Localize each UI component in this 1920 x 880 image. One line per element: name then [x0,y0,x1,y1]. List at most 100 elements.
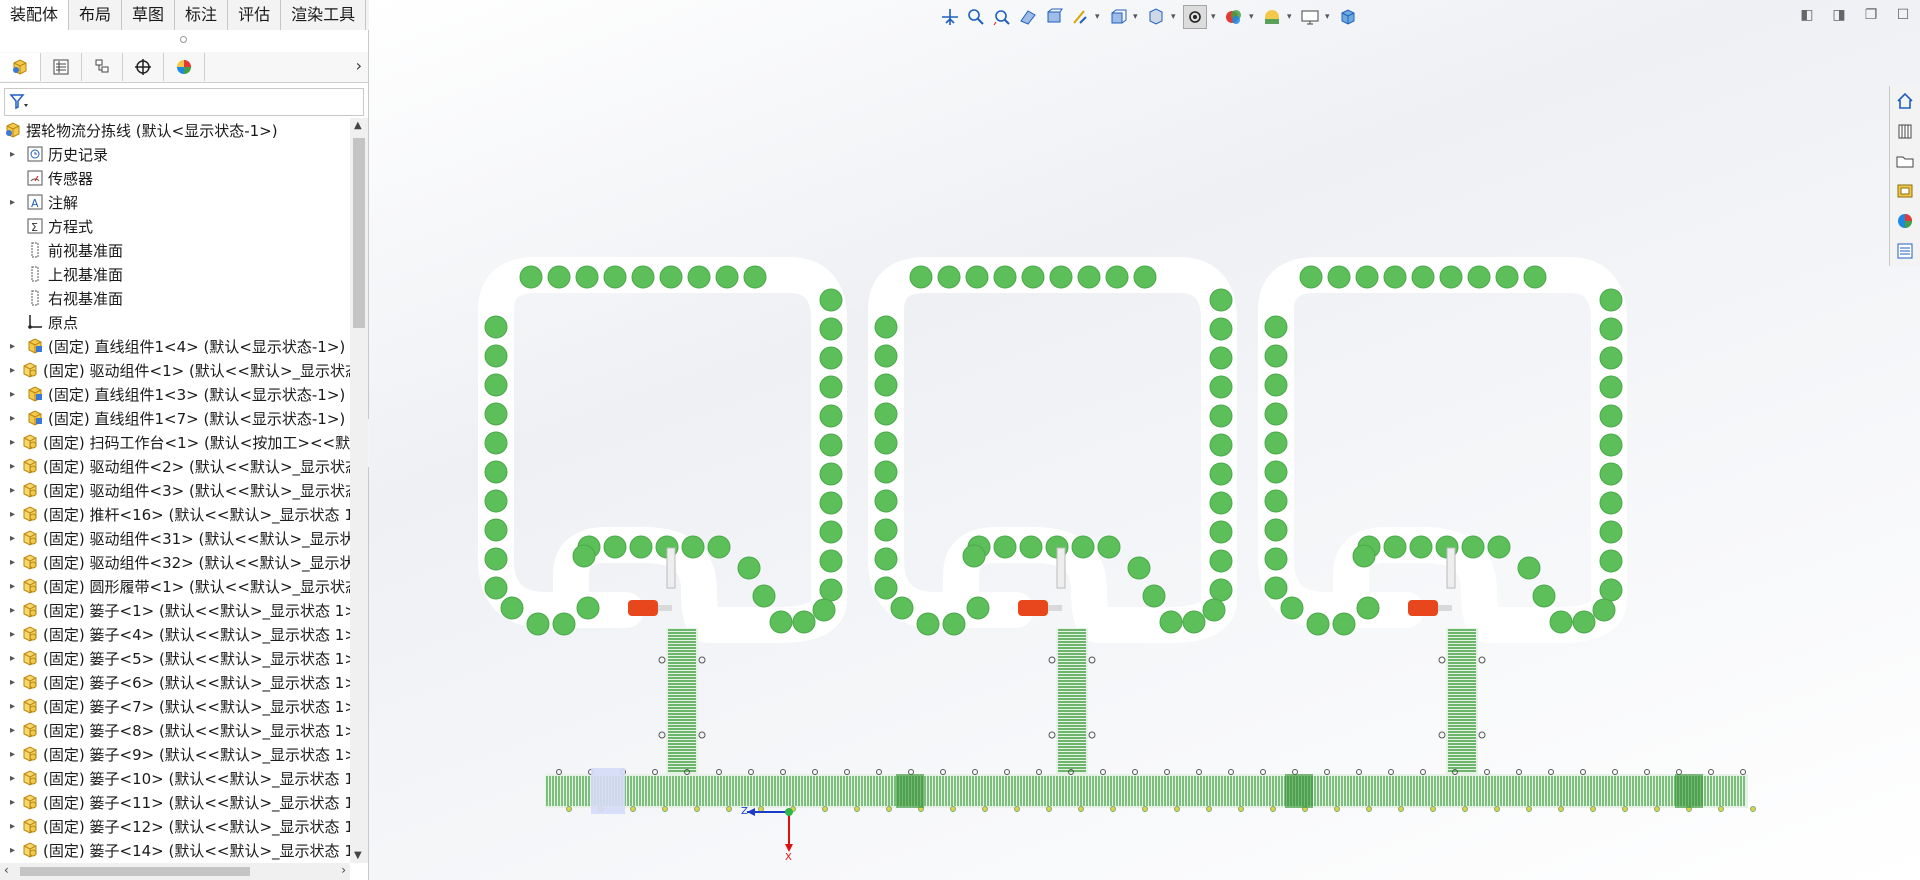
tab-2[interactable]: 草图 [122,0,176,30]
tree-item[interactable]: ▸ (固定) 篓子<6> (默认<<默认>_显示状态 1> [0,670,350,694]
tree-item[interactable]: ▸ (固定) 驱动组件<31> (默认<<默认>_显示状 [0,526,350,550]
tree-item[interactable]: ▸ (固定) 驱动组件<32> (默认<<默认>_显示状 [0,550,350,574]
expand-arrow-icon[interactable]: ▸ [10,605,15,616]
maximize-icon[interactable]: ☐ [1894,6,1912,24]
expand-arrow-icon[interactable]: ▸ [10,509,15,520]
expand-arrow-icon[interactable]: ▸ [10,653,15,664]
chevron-down-icon[interactable]: ▾ [1287,12,1295,22]
chevron-down-icon[interactable]: ▾ [1095,12,1103,22]
view-orientation-button[interactable] [1107,6,1129,28]
tree-item[interactable]: ▸ (固定) 篓子<5> (默认<<默认>_显示状态 1> [0,646,350,670]
zoom-to-fit-button[interactable] [939,6,961,28]
tree-item[interactable]: 前视基准面 [0,238,350,262]
expand-arrow-icon[interactable]: ▸ [10,701,15,712]
chevron-down-icon[interactable]: ▾ [1211,12,1219,22]
view-settings-monitor-button[interactable] [1299,6,1321,28]
chevron-down-icon[interactable]: ▾ [1171,12,1179,22]
feature-tree-filter[interactable] [4,88,364,116]
task-pane-file-explorer[interactable] [1890,146,1920,176]
tab-0[interactable]: 装配体 [0,0,70,32]
tree-item[interactable]: ▸ (固定) 篓子<8> (默认<<默认>_显示状态 1> [0,718,350,742]
expand-arrow-icon[interactable]: ▸ [10,485,15,496]
task-pane-custom-properties[interactable] [1890,236,1920,266]
tree-item[interactable]: Σ 方程式 [0,214,350,238]
tree-item[interactable]: ▸ (固定) 圆形履带<1> (默认<<默认>_显示状态 [0,574,350,598]
expand-arrow-icon[interactable]: ▸ [10,341,20,352]
expand-arrow-icon[interactable]: ▸ [10,149,20,160]
expand-arrow-icon[interactable]: ▸ [10,845,15,856]
tab-4[interactable]: 评估 [228,0,282,30]
expand-arrow-icon[interactable]: ▸ [10,437,15,448]
task-pane-view-palette[interactable] [1890,176,1920,206]
expand-arrow-icon[interactable]: ▸ [10,677,15,688]
expand-arrow-icon[interactable]: ▸ [10,413,20,424]
dimxpert-tab[interactable] [123,53,164,81]
view-settings-button[interactable] [1069,6,1091,28]
restore-icon[interactable]: ❐ [1862,6,1880,24]
chevron-down-icon[interactable]: ▾ [1133,12,1141,22]
tab-5[interactable]: 渲染工具 [281,0,367,30]
expand-arrow-icon[interactable]: ▸ [10,461,15,472]
configuration-manager-tab[interactable] [82,53,123,81]
tile-right-icon[interactable]: ◨ [1830,6,1848,24]
expand-arrow-icon[interactable]: ▸ [10,389,20,400]
tree-item[interactable]: ▸ (固定) 驱动组件<3> (默认<<默认>_显示状态 [0,478,350,502]
task-pane-home[interactable] [1890,86,1920,116]
scroll-left-icon[interactable]: ‹ [4,863,9,877]
tree-item[interactable]: ▸ (固定) 篓子<11> (默认<<默认>_显示状态 1 [0,790,350,814]
tree-item[interactable]: ▸ (固定) 直线组件1<3> (默认<显示状态-1>) [0,382,350,406]
tab-1[interactable]: 布局 [69,0,123,30]
expand-arrow-icon[interactable]: ▸ [10,533,15,544]
panel-grip-dot[interactable] [180,36,187,43]
scroll-thumb[interactable] [20,867,250,876]
scroll-thumb[interactable] [353,138,365,328]
graphics-area[interactable]: ▾ ▾ ▾ ▾ ▾ ▾ ▾ ◧ ◨ ❐ ☐ Z X [369,0,1920,880]
tree-item[interactable]: 右视基准面 [0,286,350,310]
apply-scene-button[interactable] [1261,6,1283,28]
expand-arrow-icon[interactable]: ▸ [10,581,15,592]
tree-item[interactable]: ▸ (固定) 篓子<4> (默认<<默认>_显示状态 1> [0,622,350,646]
expand-arrow-icon[interactable]: ▸ [10,749,15,760]
tree-item[interactable]: 传感器 [0,166,350,190]
expand-arrow-icon[interactable]: ▸ [10,821,15,832]
expand-arrow-icon[interactable]: ▸ [10,197,20,208]
tree-item[interactable]: ▸ (固定) 直线组件1<7> (默认<显示状态-1>) [0,406,350,430]
tree-item[interactable]: ▸ A 注解 [0,190,350,214]
tree-item[interactable]: ▸ 历史记录 [0,142,350,166]
hide-show-items-button[interactable] [1183,5,1207,29]
chevron-down-icon[interactable]: ▾ [1325,12,1333,22]
tab-3[interactable]: 标注 [175,0,229,30]
expand-arrow-icon[interactable]: ▸ [10,797,15,808]
tree-root-assembly[interactable]: 摆轮物流分拣线 (默认<显示状态-1>) [0,118,350,142]
chevron-down-icon[interactable]: ▾ [1249,12,1257,22]
panel-expand-button[interactable]: › [356,56,362,75]
tree-item[interactable]: ▸ (固定) 篓子<9> (默认<<默认>_显示状态 1> [0,742,350,766]
tree-item[interactable]: 原点 [0,310,350,334]
dynamic-annotation-button[interactable] [1043,6,1065,28]
scroll-down-icon[interactable]: ▼ [354,850,362,861]
scroll-right-icon[interactable]: › [341,863,346,877]
tree-item[interactable]: ▸ (固定) 扫码工作台<1> (默认<按加工><<默认 [0,430,350,454]
tree-item[interactable]: ▸ (固定) 推杆<16> (默认<<默认>_显示状态 1 [0,502,350,526]
expand-arrow-icon[interactable]: ▸ [10,629,15,640]
view-cube-button[interactable] [1337,6,1359,28]
task-pane-design-library[interactable] [1890,116,1920,146]
tree-item[interactable]: ▸ (固定) 篓子<7> (默认<<默认>_显示状态 1> [0,694,350,718]
expand-arrow-icon[interactable]: ▸ [10,773,15,784]
scroll-up-icon[interactable]: ▲ [354,120,362,131]
previous-view-button[interactable] [991,6,1013,28]
tree-item[interactable]: ▸ (固定) 篓子<1> (默认<<默认>_显示状态 1> [0,598,350,622]
section-view-button[interactable] [1017,6,1039,28]
property-manager-tab[interactable] [41,53,82,81]
tree-item[interactable]: ▸ (固定) 篓子<12> (默认<<默认>_显示状态 1 [0,814,350,838]
tree-item[interactable]: ▸ (固定) 驱动组件<1> (默认<<默认>_显示状态 [0,358,350,382]
tree-item[interactable]: ▸ (固定) 直线组件1<4> (默认<显示状态-1>) [0,334,350,358]
display-manager-tab[interactable] [164,53,205,81]
expand-arrow-icon[interactable]: ▸ [10,365,15,376]
tree-item[interactable]: 上视基准面 [0,262,350,286]
zoom-to-area-button[interactable] [965,6,987,28]
expand-arrow-icon[interactable]: ▸ [10,557,15,568]
tile-left-icon[interactable]: ◧ [1798,6,1816,24]
tree-item[interactable]: ▸ (固定) 篓子<14> (默认<<默认>_显示状态 1 [0,838,350,862]
tree-item[interactable]: ▸ (固定) 篓子<10> (默认<<默认>_显示状态 1 [0,766,350,790]
